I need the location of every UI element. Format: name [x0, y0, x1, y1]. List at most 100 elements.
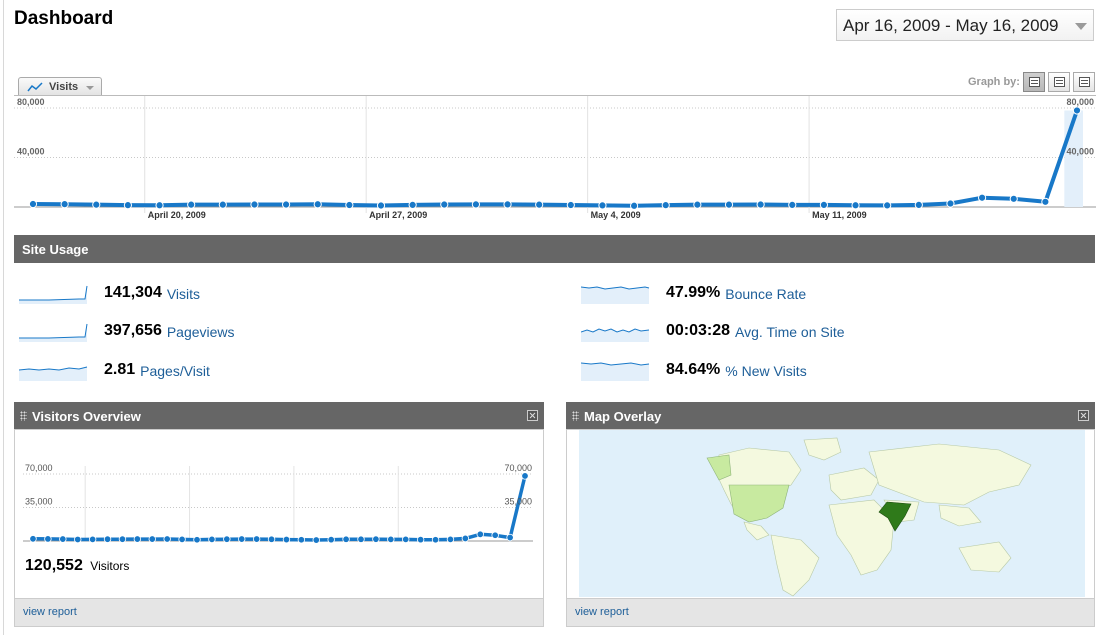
- visits-data-point[interactable]: [123, 201, 133, 210]
- visits-data-point[interactable]: [788, 200, 797, 209]
- visitors-data-point[interactable]: [74, 535, 82, 544]
- visitors-data-point[interactable]: [416, 535, 425, 544]
- visitors-data-point[interactable]: [372, 535, 380, 543]
- site-usage-value: 00:03:28: [666, 322, 731, 339]
- visits-data-point[interactable]: [724, 200, 734, 209]
- site-usage-link[interactable]: % New Visits: [725, 363, 806, 379]
- visits-data-point[interactable]: [60, 200, 69, 209]
- visits-data-point[interactable]: [187, 200, 196, 209]
- visitors-view-report-link[interactable]: view report: [15, 598, 543, 626]
- visitors-overview-title: Visitors Overview: [32, 409, 141, 424]
- visitors-data-point[interactable]: [178, 535, 186, 544]
- visitors-data-point[interactable]: [476, 530, 484, 538]
- date-range-label: Apr 16, 2009 - May 16, 2009: [843, 16, 1059, 35]
- graph-by-month-button[interactable]: [1073, 72, 1095, 92]
- visits-data-point[interactable]: [440, 200, 449, 209]
- drag-handle-icon[interactable]: [20, 411, 27, 421]
- world-map[interactable]: [579, 430, 1085, 597]
- visitors-data-point[interactable]: [387, 535, 395, 544]
- site-usage-link[interactable]: Pageviews: [167, 324, 235, 340]
- visitors-data-point[interactable]: [88, 535, 97, 544]
- page-title: Dashboard: [14, 8, 114, 29]
- visitors-data-point[interactable]: [148, 535, 156, 543]
- visits-data-point[interactable]: [756, 200, 765, 209]
- visitors-data-point[interactable]: [402, 535, 410, 544]
- visits-data-point[interactable]: [376, 201, 386, 210]
- visitors-data-point[interactable]: [521, 472, 529, 480]
- visitors-data-point[interactable]: [297, 536, 306, 544]
- visitors-data-point[interactable]: [193, 536, 201, 544]
- date-range-picker[interactable]: Apr 16, 2009 - May 16, 2009: [836, 9, 1094, 41]
- visitors-data-point[interactable]: [267, 535, 276, 543]
- visits-data-point[interactable]: [629, 201, 639, 210]
- sparkline: [19, 366, 88, 381]
- visitors-total-label: Visitors: [90, 559, 130, 573]
- visitors-data-point[interactable]: [118, 535, 127, 543]
- visitors-data-point[interactable]: [446, 535, 455, 544]
- visits-data-point[interactable]: [661, 201, 670, 210]
- visitors-data-point[interactable]: [431, 536, 440, 544]
- visitors-overview-header[interactable]: Visitors Overview: [14, 402, 544, 430]
- visitors-data-point[interactable]: [461, 534, 470, 543]
- visitors-data-point[interactable]: [312, 536, 320, 544]
- visits-data-point[interactable]: [946, 199, 955, 208]
- visitors-data-point[interactable]: [163, 535, 171, 543]
- site-usage-link[interactable]: Pages/Visit: [140, 363, 210, 379]
- graph-by-week-button[interactable]: [1048, 72, 1070, 92]
- visits-data-point[interactable]: [281, 200, 291, 209]
- visitors-data-point[interactable]: [223, 535, 231, 543]
- visitors-data-point[interactable]: [506, 533, 514, 542]
- map-view-report-link[interactable]: view report: [567, 598, 1094, 626]
- metric-selector-label: Visits: [49, 81, 79, 93]
- visits-data-point[interactable]: [28, 199, 38, 209]
- visits-data-point[interactable]: [1041, 197, 1050, 206]
- visits-data-point[interactable]: [1072, 106, 1082, 115]
- visits-data-point[interactable]: [155, 201, 164, 210]
- site-usage-link[interactable]: Visits: [167, 286, 200, 302]
- visitors-data-point[interactable]: [103, 535, 112, 543]
- site-usage-link[interactable]: Avg. Time on Site: [735, 324, 844, 340]
- visits-data-point[interactable]: [914, 200, 923, 209]
- visits-data-point[interactable]: [408, 200, 417, 209]
- visits-data-point[interactable]: [693, 200, 702, 209]
- site-usage-value: 141,304: [104, 284, 162, 301]
- visitors-data-point[interactable]: [282, 535, 291, 544]
- metric-selector[interactable]: Visits: [18, 77, 102, 96]
- visitors-data-point[interactable]: [208, 535, 216, 544]
- visits-data-point[interactable]: [566, 200, 575, 210]
- visitors-data-point[interactable]: [238, 535, 246, 543]
- graph-by-day-button[interactable]: [1023, 72, 1045, 92]
- visitors-data-point[interactable]: [327, 535, 335, 544]
- visitors-data-point[interactable]: [491, 531, 499, 539]
- visits-data-point[interactable]: [313, 200, 322, 209]
- close-icon[interactable]: [527, 410, 538, 421]
- visits-data-point[interactable]: [218, 200, 227, 209]
- visits-data-point[interactable]: [1009, 194, 1018, 203]
- visitors-data-point[interactable]: [133, 535, 142, 543]
- visits-data-point[interactable]: [598, 201, 607, 210]
- visitors-data-point[interactable]: [357, 535, 365, 543]
- visits-data-point[interactable]: [535, 200, 544, 209]
- drag-handle-icon[interactable]: [572, 411, 579, 421]
- visitors-data-point[interactable]: [59, 535, 67, 543]
- visitors-data-point[interactable]: [29, 535, 37, 543]
- visitors-data-point[interactable]: [342, 535, 350, 543]
- visits-data-point[interactable]: [977, 193, 987, 202]
- y-axis-tick-right: 70,000: [504, 463, 532, 473]
- visits-data-point[interactable]: [250, 200, 259, 209]
- visits-data-point[interactable]: [471, 200, 481, 209]
- close-icon[interactable]: [1078, 410, 1089, 421]
- visits-data-point[interactable]: [819, 200, 829, 209]
- visits-data-point[interactable]: [92, 200, 101, 209]
- map-overlay-title: Map Overlay: [584, 409, 662, 424]
- map-overlay-header[interactable]: Map Overlay: [566, 402, 1095, 430]
- visitors-data-point[interactable]: [44, 535, 52, 543]
- visits-data-point[interactable]: [883, 201, 892, 210]
- visitors-total: 120,552 Visitors: [25, 557, 129, 575]
- visits-over-time-chart: 80,000 80,000 40,000 40,000 April 20, 2009 Ap…: [14, 95, 1096, 220]
- site-usage-link[interactable]: Bounce Rate: [725, 286, 806, 302]
- visits-data-point[interactable]: [503, 200, 512, 209]
- visits-data-point[interactable]: [851, 201, 860, 210]
- visits-data-point[interactable]: [345, 200, 354, 210]
- visitors-data-point[interactable]: [252, 535, 261, 543]
